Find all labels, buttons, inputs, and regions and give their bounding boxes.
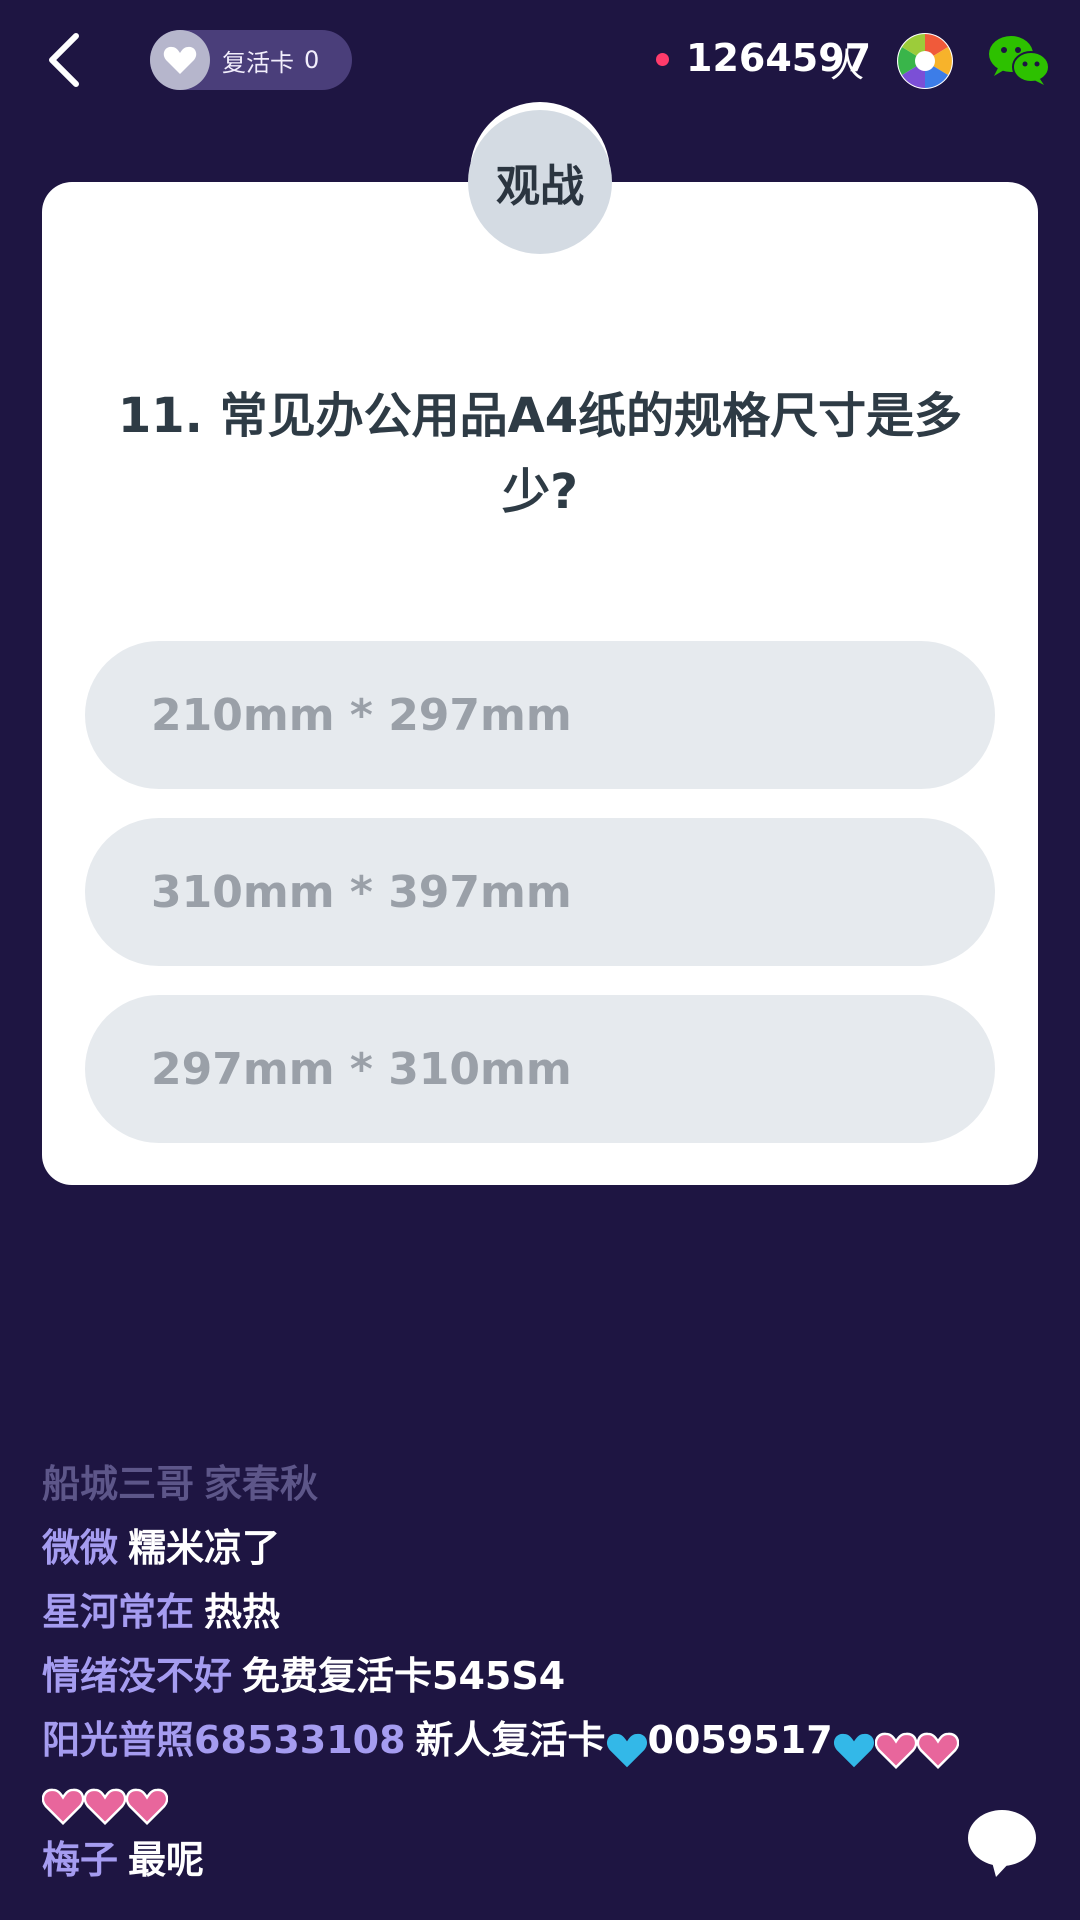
revive-card-count: 0: [304, 46, 320, 74]
back-button[interactable]: [40, 30, 90, 90]
chat-username: 微微: [42, 1526, 119, 1570]
revive-card-pill[interactable]: 复活卡 0: [150, 30, 352, 90]
revive-card-label: 复活卡: [222, 48, 294, 77]
live-indicator-dot: [656, 53, 669, 66]
chat-message: 船城三哥 家春秋: [42, 1452, 1002, 1516]
cyan-heart-icon: [606, 1724, 648, 1767]
answer-option-label: 297mm * 310mm: [151, 1043, 572, 1095]
chat-message: 星河常在 热热: [42, 1580, 1002, 1644]
pink-heart-icon: [83, 1784, 127, 1825]
chat-username: 梅子: [42, 1838, 119, 1882]
chat-text: 最呢: [128, 1838, 205, 1882]
chat-message: 情绪没不好 免费复活卡545S4: [42, 1644, 1002, 1708]
question-text: 11. 常见办公用品A4纸的规格尺寸是多少?: [117, 388, 963, 520]
chat-text: 新人复活卡: [415, 1718, 606, 1762]
chat-bubble-icon[interactable]: [966, 1806, 1038, 1878]
chat-message: 微微 糯米凉了: [42, 1516, 1002, 1580]
chat-text: 免费复活卡545S4: [242, 1654, 566, 1698]
answer-option-1[interactable]: 210mm * 297mm: [85, 641, 995, 789]
chat-message: 阳光普照68533108 新人复活卡 0059517: [42, 1708, 1002, 1772]
chat-username: 船城三哥: [42, 1462, 195, 1506]
chat-feed: 船城三哥 家春秋 微微 糯米凉了 星河常在 热热 情绪没不好 免费复活卡545S4 阳光…: [41, 1452, 1002, 1892]
chat-username: 阳光普照68533108: [42, 1718, 406, 1762]
chat-message: 梅子 最呢: [42, 1828, 1002, 1892]
chat-username: 情绪没不好: [42, 1654, 233, 1698]
answer-option-label: 310mm * 397mm: [151, 866, 572, 918]
chat-text: 0059517: [647, 1718, 833, 1762]
chat-text: 热热: [204, 1590, 281, 1634]
chat-message-continuation: [41, 1772, 1002, 1828]
pink-heart-icon: [916, 1724, 959, 1769]
spectate-badge: 观战: [468, 110, 612, 254]
chat-text: 家春秋: [204, 1462, 319, 1506]
chat-text: 糯米凉了: [128, 1526, 281, 1570]
answer-option-2[interactable]: 310mm * 397mm: [85, 818, 995, 966]
cyan-heart-icon: [833, 1724, 875, 1767]
answer-option-3[interactable]: 297mm * 310mm: [85, 995, 995, 1143]
pink-heart-icon: [874, 1724, 917, 1769]
chevron-left-icon: [49, 33, 79, 87]
chat-username: 星河常在: [42, 1590, 195, 1634]
answer-option-label: 210mm * 297mm: [151, 689, 572, 741]
pink-heart-icon: [125, 1784, 169, 1825]
camera-shutter-icon[interactable]: [896, 32, 954, 90]
pink-heart-icon: [41, 1784, 85, 1825]
heart-icon: [150, 30, 210, 90]
wechat-icon[interactable]: [988, 34, 1050, 86]
viewer-unit: 人: [830, 46, 864, 86]
